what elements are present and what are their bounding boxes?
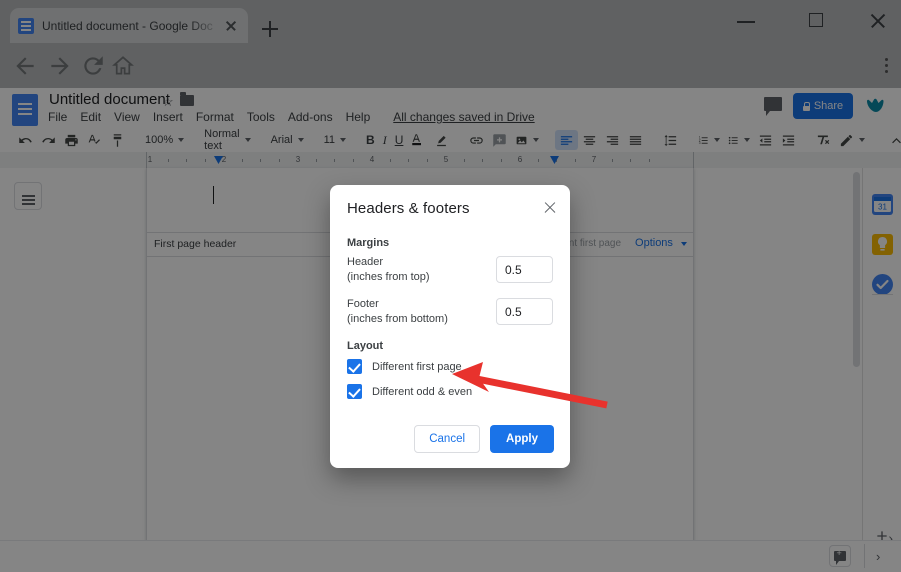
layout-section-label: Layout — [347, 340, 384, 352]
different-odd-even-label: Different odd & even — [372, 385, 473, 398]
header-margin-sublabel: (inches from top) — [347, 270, 430, 283]
different-first-page-row[interactable]: Different first page — [347, 359, 462, 374]
different-first-page-label: Different first page — [372, 360, 462, 373]
different-first-page-checkbox[interactable] — [347, 359, 362, 374]
dialog-actions: Cancel Apply — [414, 425, 554, 453]
header-margin-row: Header (inches from top) — [347, 255, 553, 285]
footer-margin-row: Footer (inches from bottom) — [347, 297, 553, 327]
apply-button[interactable]: Apply — [490, 425, 554, 453]
cancel-button[interactable]: Cancel — [414, 425, 481, 453]
footer-margin-sublabel: (inches from bottom) — [347, 312, 448, 325]
different-odd-even-checkbox[interactable] — [347, 384, 362, 399]
footer-margin-label: Footer (inches from bottom) — [347, 298, 448, 325]
footer-margin-input[interactable] — [496, 298, 553, 326]
dialog-title: Headers & footers — [347, 200, 470, 217]
browser-window: Untitled document - Google Doc docs.goog… — [0, 0, 901, 572]
header-margin-label: Header (inches from top) — [347, 256, 430, 283]
margins-section-label: Margins — [347, 237, 390, 249]
header-margin-input[interactable] — [496, 256, 553, 284]
headers-footers-dialog: Headers & footers Margins Header (inches… — [330, 185, 570, 468]
close-icon[interactable] — [542, 199, 558, 215]
different-odd-even-row[interactable]: Different odd & even — [347, 384, 472, 399]
